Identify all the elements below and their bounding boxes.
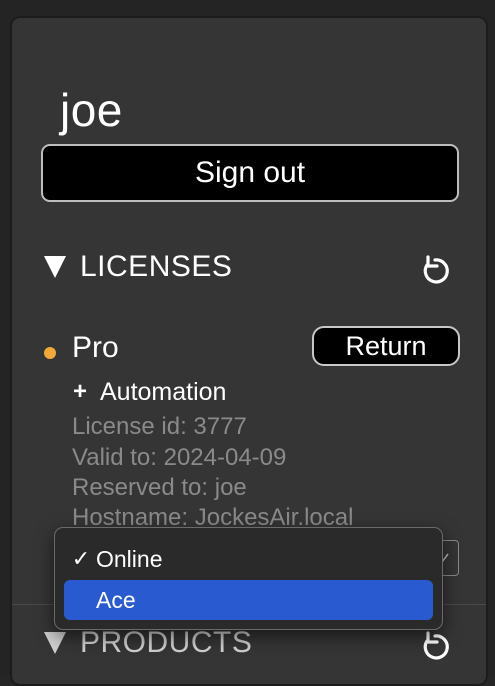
license-id: License id: 3777 <box>72 413 247 440</box>
licenses-section-header[interactable]: LICENSES <box>44 250 232 284</box>
dropdown-option-ace[interactable]: Ace <box>64 580 433 620</box>
refresh-products-icon[interactable] <box>418 630 452 664</box>
collapse-triangle-icon <box>44 632 66 654</box>
window-background: joe Sign out LICENSES Pro Return + Autom… <box>0 0 495 686</box>
license-name: Pro <box>72 331 119 364</box>
collapse-triangle-icon <box>44 256 66 278</box>
license-valid-to: Valid to: 2024-04-09 <box>72 444 287 471</box>
checkmark-icon: ✓ <box>71 546 91 571</box>
dropdown-option-label: Online <box>96 545 163 572</box>
username-label: joe <box>60 84 123 136</box>
return-license-button[interactable]: Return <box>312 326 460 366</box>
licenses-title: LICENSES <box>80 250 233 283</box>
addon-label: Automation <box>100 378 227 406</box>
license-reserved-to: Reserved to: joe <box>72 474 247 501</box>
refresh-licenses-icon[interactable] <box>418 254 452 288</box>
sign-out-button[interactable]: Sign out <box>41 144 459 202</box>
dropdown-option-online[interactable]: ✓ Online <box>64 539 433 579</box>
products-title: PRODUCTS <box>80 626 253 659</box>
license-status-dot <box>44 347 56 359</box>
mode-dropdown-menu: ✓ Online Ace <box>54 527 443 630</box>
plus-icon: + <box>72 378 87 405</box>
products-section-header[interactable]: PRODUCTS <box>44 626 252 660</box>
dropdown-option-label: Ace <box>96 586 136 613</box>
license-addon: + Automation <box>72 376 226 408</box>
